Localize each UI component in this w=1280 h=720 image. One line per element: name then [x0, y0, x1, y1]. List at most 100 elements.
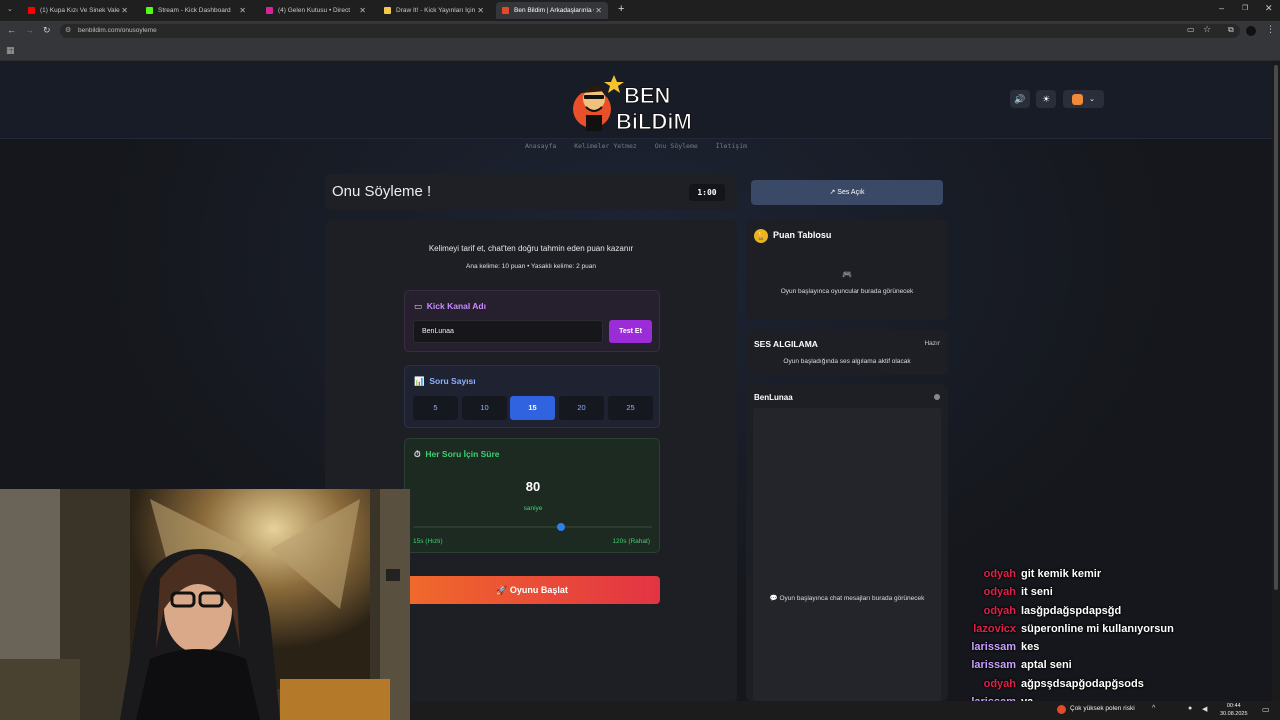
chat-line: odyah git kemik kemir: [960, 568, 1270, 586]
browser-tab[interactable]: (4) Gelen Kutusu • Direct ✕: [260, 2, 372, 19]
tab-title: (4) Gelen Kutusu • Direct: [278, 7, 350, 14]
nav-item-kelimeler-yetmez[interactable]: Kelimeler Yetmez: [574, 142, 637, 150]
chat-line: odyah lasğpdağspdapsğd: [960, 605, 1270, 623]
url-text: benbildim.com/onusoyleme: [78, 27, 157, 34]
sun-icon: ☀: [1041, 93, 1051, 104]
chat-username: odyah: [983, 568, 1016, 580]
pollen-widget[interactable]: Çok yüksek polen riski: [1070, 705, 1135, 712]
chat-line: lazovicx süperonline mi kullanıyorsun: [960, 623, 1270, 641]
voice-detection-desc: Oyun başladığında ses algılama aktif ola…: [783, 358, 911, 365]
nav-item-iletisim[interactable]: İletişim: [716, 142, 747, 150]
chat-line: larissam aptal seni: [960, 659, 1270, 677]
tab-title: Draw It! - Kick Yayınları İçin: [396, 7, 476, 14]
chat-message: süperonline mi kullanıyorsun: [1021, 622, 1174, 635]
sound-on-button[interactable]: ↗ Ses Açık: [751, 180, 943, 205]
chat-empty-label: Oyun başlayınca chat mesajları burada gö…: [779, 595, 925, 602]
webcam-overlay: [0, 489, 410, 720]
close-window-icon[interactable]: ✕: [1265, 3, 1273, 14]
page-scrollbar[interactable]: [1272, 61, 1280, 701]
browser-tab[interactable]: Ben Bildim | Arkadaşlarınla Onl...✕: [496, 2, 608, 19]
chat-channel-name: BenLunaa: [754, 393, 793, 402]
user-avatar: [1072, 93, 1084, 105]
cast-icon[interactable]: ▭: [1187, 25, 1195, 34]
reload-icon[interactable]: ↻: [43, 25, 51, 36]
scoreboard-panel: 🏆 Puan Tablosu 🎮 Oyun başlayınca oyuncul…: [746, 220, 948, 320]
chat-messages-box[interactable]: 💬 Oyun başlayınca chat mesajları burada …: [753, 408, 941, 701]
minimize-icon[interactable]: –: [1219, 3, 1224, 13]
extensions-icon[interactable]: ⧉: [1228, 25, 1234, 35]
chat-line: odyah it seni: [960, 586, 1270, 604]
user-menu-button[interactable]: ⌄: [1063, 90, 1104, 108]
new-tab-button[interactable]: +: [618, 3, 624, 15]
page-title: Onu Söyleme !: [332, 183, 432, 200]
tray-chevron-icon[interactable]: ^: [1152, 705, 1155, 712]
tab-close-icon[interactable]: ✕: [121, 6, 128, 15]
chat-username: larissam: [971, 659, 1016, 672]
browser-tab-bar: ⌄ (1) Kupa Kızı Ve Sinek Vale... ✕ Stream …: [0, 0, 1280, 21]
chat-panel: BenLunaa 💬 Oyun başlayınca chat mesajlar…: [746, 384, 948, 701]
site-logo[interactable]: BEN BiLDiM: [572, 69, 702, 135]
test-button[interactable]: Test Et: [609, 320, 652, 343]
chat-message: lasğpdağspdapsğd: [1021, 604, 1122, 617]
browser-tab[interactable]: (1) Kupa Kızı Ve Sinek Vale... ✕: [22, 2, 134, 19]
tab-close-icon[interactable]: ✕: [477, 6, 484, 15]
pollen-text: Çok yüksek polen riski: [1070, 705, 1135, 712]
volume-icon[interactable]: ◀: [1202, 705, 1207, 713]
nav-item-anasayfa[interactable]: Anasayfa: [525, 142, 556, 150]
time-slider[interactable]: [413, 523, 652, 531]
start-game-button[interactable]: 🚀 Oyunu Başlat: [404, 576, 660, 604]
nav-item-onu-soyleme[interactable]: Onu Söyleme: [655, 142, 698, 150]
profile-avatar[interactable]: [1246, 26, 1256, 36]
site-info-icon[interactable]: ⚙: [65, 24, 71, 38]
os-taskbar: Çok yüksek polen riski ^ ● ◀ 00:44 30.08…: [410, 701, 1280, 720]
tab-close-icon[interactable]: ✕: [239, 6, 246, 15]
scoreboard-title: Puan Tablosu: [773, 230, 832, 240]
pollen-icon: [1057, 705, 1066, 714]
logo-text-ben: BEN: [624, 83, 670, 108]
system-clock[interactable]: 00:44 30.08.2025: [1220, 702, 1248, 718]
maximize-icon[interactable]: ❐: [1242, 4, 1248, 12]
count-option-5[interactable]: 5: [413, 396, 458, 420]
edit-icon: ↗: [829, 189, 836, 196]
tab-title: (1) Kupa Kızı Ve Sinek Vale...: [40, 7, 120, 14]
kick-channel-input[interactable]: BenLunaa: [413, 320, 603, 343]
notification-icon[interactable]: ▭: [1262, 705, 1270, 714]
time-value: 80: [525, 479, 541, 494]
count-option-20[interactable]: 20: [559, 396, 604, 420]
chat-message: kes: [1021, 641, 1040, 654]
time-unit: saniye: [523, 505, 543, 512]
sound-toggle-button[interactable]: 🔊: [1010, 90, 1030, 108]
game-title-bar: Onu Söyleme ! 1:00: [325, 174, 737, 210]
time-slider-thumb[interactable]: [557, 523, 566, 531]
slider-min-label: 15s (Hızlı): [413, 538, 443, 545]
theme-toggle-button[interactable]: ☀: [1036, 90, 1056, 108]
menu-icon[interactable]: ⋮: [1266, 24, 1275, 35]
kick-channel-label: Kick Kanal Adı: [426, 301, 486, 311]
forward-icon[interactable]: →: [25, 25, 34, 35]
question-count-card: 📊 Soru Sayısı 5 10 15 20 25: [404, 365, 660, 428]
count-option-25[interactable]: 25: [608, 396, 653, 420]
chat-username: odyah: [983, 586, 1016, 599]
tab-close-icon[interactable]: ✕: [359, 6, 366, 15]
chat-username: lazovicx: [973, 622, 1016, 635]
tab-search-icon[interactable]: ⌄: [7, 5, 13, 13]
browser-tab[interactable]: Stream - Kick Dashboard ✕: [140, 2, 252, 19]
back-icon[interactable]: ←: [7, 25, 16, 35]
browser-tab[interactable]: Draw It! - Kick Yayınları İçin ✕: [378, 2, 490, 19]
count-option-10[interactable]: 10: [462, 396, 507, 420]
chat-empty-text: 💬 Oyun başlayınca chat mesajları burada …: [763, 594, 931, 604]
bookmark-star-icon[interactable]: ☆: [1203, 24, 1211, 35]
count-option-15[interactable]: 15: [510, 396, 555, 420]
voice-detection-title: SES ALGILAMA: [754, 339, 818, 349]
apps-grid-icon[interactable]: ▦: [6, 45, 15, 56]
question-count-label: Soru Sayısı: [429, 376, 476, 386]
url-field[interactable]: ⚙ benbildim.com/onusoyleme: [60, 24, 1240, 38]
slider-max-label: 120s (Rahat): [612, 538, 650, 545]
address-bar-row: ← → ↻ ⚙ benbildim.com/onusoyleme ▭ ☆ ⧉ ⋮: [0, 21, 1280, 41]
mic-icon[interactable]: ●: [1188, 705, 1192, 712]
scrollbar-thumb[interactable]: [1274, 65, 1278, 590]
chat-username: odyah: [983, 604, 1016, 617]
tab-close-icon[interactable]: ✕: [595, 6, 602, 15]
game-description: Kelimeyi tarif et, chat'ten doğru tahmin…: [428, 244, 634, 253]
tab-title: Ben Bildim | Arkadaşlarınla Onl...: [514, 7, 594, 14]
